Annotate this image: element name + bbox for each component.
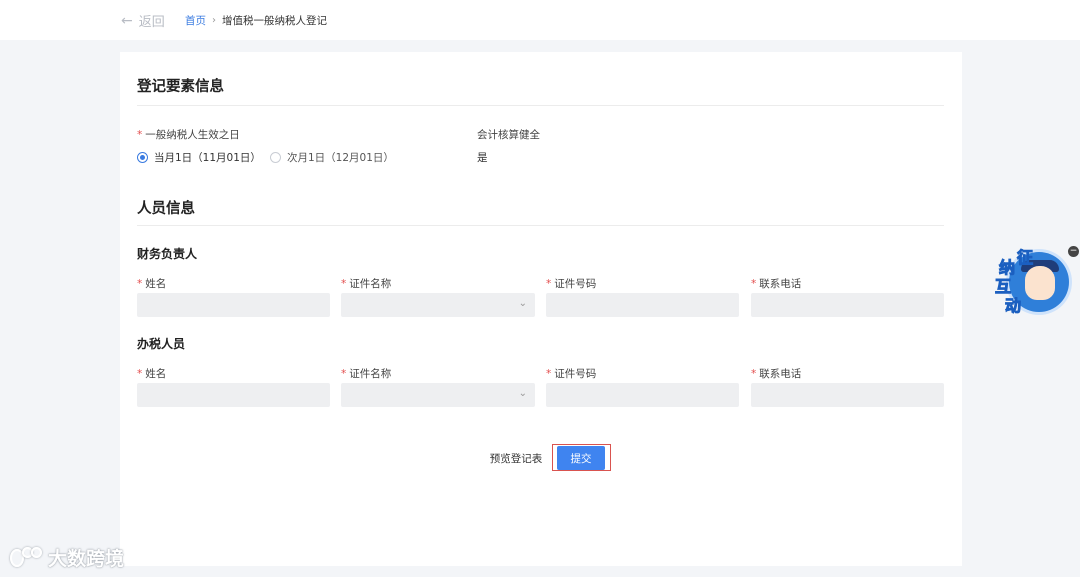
divider — [137, 225, 944, 226]
radio-unchecked-icon — [270, 152, 281, 163]
breadcrumb-current: 增值税一般纳税人登记 — [222, 15, 327, 27]
finance-id-number-input[interactable] — [546, 293, 739, 317]
submit-button[interactable]: 提交 — [557, 446, 605, 470]
effective-date-label: * 一般纳税人生效之日 — [137, 129, 240, 141]
back-button[interactable]: ← 返回 — [121, 11, 165, 31]
breadcrumb-home-link[interactable]: 首页 — [185, 13, 206, 28]
radio-current-month[interactable]: 当月1日（11月01日） — [137, 150, 261, 165]
radio-next-month-label: 次月1日（12月01日） — [287, 152, 394, 164]
finance-id-type-select[interactable]: ⌄ — [341, 293, 535, 317]
officer-phone-label: * 联系电话 — [751, 368, 802, 380]
widget-char: 征 — [1016, 248, 1034, 268]
finance-name-label: * 姓名 — [137, 278, 167, 290]
mascot-face-icon — [1025, 266, 1055, 300]
finance-phone-input[interactable] — [751, 293, 944, 317]
widget-char: 动 — [1004, 296, 1022, 316]
required-mark: * — [137, 129, 143, 141]
radio-checked-icon — [137, 152, 148, 163]
chevron-down-icon: ⌄ — [518, 388, 527, 399]
accounting-label: 会计核算健全 — [477, 129, 540, 141]
finance-id-number-label: * 证件号码 — [546, 278, 597, 290]
back-label: 返回 — [138, 15, 165, 30]
officer-phone-input[interactable] — [751, 383, 944, 407]
radio-current-month-label: 当月1日（11月01日） — [154, 152, 261, 164]
watermark-text: 大数跨境 — [48, 548, 125, 570]
section-title-registration: 登记要素信息 — [137, 79, 224, 95]
section-title-personnel: 人员信息 — [137, 201, 195, 217]
finance-name-input[interactable] — [137, 293, 330, 317]
accounting-value: 是 — [477, 152, 488, 164]
top-bar: ← 返回 首页 › 增值税一般纳税人登记 — [0, 0, 1080, 40]
divider — [137, 105, 944, 106]
preview-button[interactable]: 预览登记表 — [480, 446, 552, 470]
officer-id-number-input[interactable] — [546, 383, 739, 407]
close-icon[interactable]: − — [1068, 246, 1079, 257]
finance-phone-label: * 联系电话 — [751, 278, 802, 290]
tax-officer-title: 办税人员 — [137, 337, 186, 351]
watermark: 大数跨境 — [10, 544, 124, 571]
arrow-left-icon: ← — [121, 12, 133, 29]
chevron-down-icon: ⌄ — [518, 298, 527, 309]
finance-id-type-label: * 证件名称 — [341, 278, 392, 290]
officer-id-type-select[interactable]: ⌄ — [341, 383, 535, 407]
finance-head-title: 财务负责人 — [137, 247, 198, 261]
officer-name-label: * 姓名 — [137, 368, 167, 380]
tax-interaction-widget[interactable]: 征 纳 互 动 − — [994, 244, 1079, 316]
officer-id-type-label: * 证件名称 — [341, 368, 392, 380]
watermark-logo-icon — [10, 546, 44, 569]
radio-next-month[interactable]: 次月1日（12月01日） — [270, 150, 394, 165]
breadcrumb: 首页 › 增值税一般纳税人登记 — [185, 13, 327, 28]
form-card: 登记要素信息 * 一般纳税人生效之日 当月1日（11月01日） 次月1日（12月0… — [120, 52, 962, 566]
officer-id-number-label: * 证件号码 — [546, 368, 597, 380]
officer-name-input[interactable] — [137, 383, 330, 407]
breadcrumb-separator-icon: › — [212, 15, 216, 26]
